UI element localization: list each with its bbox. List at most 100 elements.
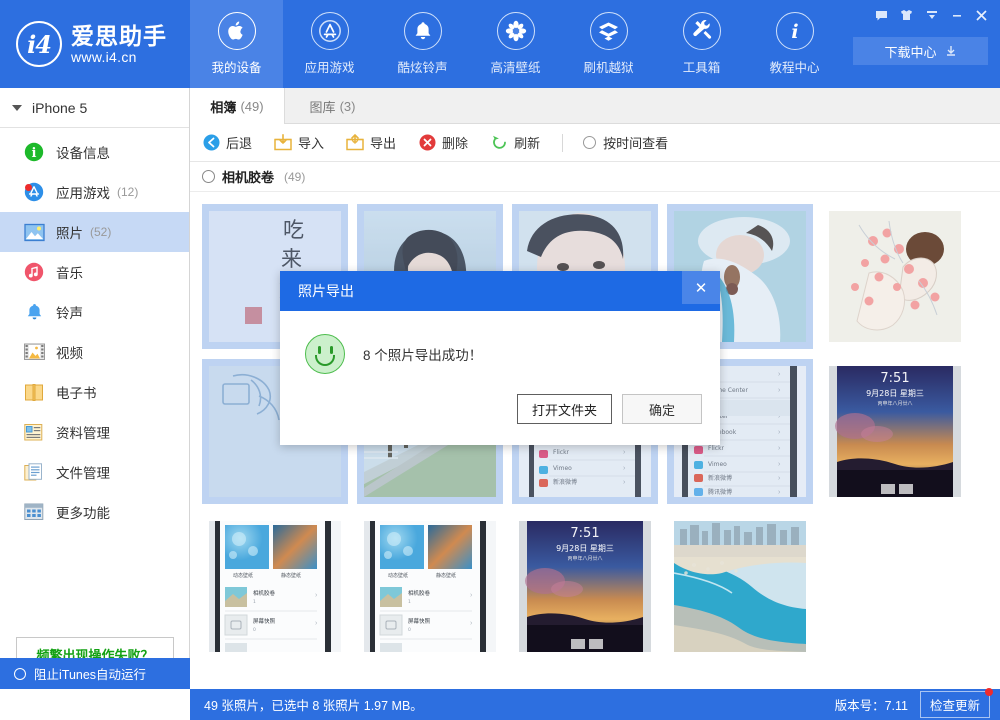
photo-icon [23, 221, 45, 243]
menu-icon[interactable] [919, 4, 944, 26]
svg-text:屏幕快照: 屏幕快照 [253, 617, 276, 625]
open-folder-button[interactable]: 打开文件夹 [517, 394, 612, 424]
confirm-button[interactable]: 确定 [622, 394, 702, 424]
toolbar-import-button[interactable]: 导入 [274, 133, 324, 152]
sidebar-item-9[interactable]: 更多功能 [0, 492, 189, 532]
sidebar-item-label: 音乐 [56, 262, 83, 282]
device-selector[interactable]: iPhone 5 [0, 88, 189, 128]
sidebar-item-count: (12) [117, 185, 138, 199]
photo-thumbnail[interactable]: 动态壁纸静态壁纸相机胶卷1›屏幕快照0› [202, 514, 348, 659]
nav-item-4[interactable]: 刷机越狱 [562, 0, 655, 88]
sidebar-item-3[interactable]: 音乐 [0, 252, 189, 292]
svg-text:1: 1 [408, 599, 411, 605]
dialog-buttons: 打开文件夹 确定 [517, 394, 702, 424]
close-icon[interactable] [969, 4, 994, 26]
logo-mark-icon: i4 [16, 21, 62, 67]
more-icon [23, 501, 45, 523]
feedback-icon[interactable] [869, 4, 894, 26]
svg-text:0: 0 [408, 627, 411, 633]
toolbar-export-button[interactable]: 导出 [346, 133, 396, 152]
photo-toolbar: 后退 导入 导出 删除 刷新 按时间查看 [190, 124, 1000, 162]
photo-thumbnail[interactable]: 7:519月28日 星期三丙申年八月廿八 [512, 514, 658, 659]
apple-icon [218, 12, 256, 50]
svg-text:静态壁纸: 静态壁纸 [281, 572, 301, 579]
tab-bar: 相簿(49)图库(3) [190, 88, 1000, 124]
device-name: iPhone 5 [32, 100, 87, 116]
toolbar-back-arrow-button[interactable]: 后退 [202, 133, 252, 152]
window-controls [869, 4, 994, 26]
sidebar-item-label: 电子书 [56, 382, 97, 402]
view-by-time-label: 按时间查看 [603, 133, 668, 152]
photo-thumbnail[interactable]: 动态壁纸静态壁纸相机胶卷1›屏幕快照0› [357, 514, 503, 659]
book-icon [23, 381, 45, 403]
svg-text:相机胶卷: 相机胶卷 [408, 589, 431, 597]
video-icon [23, 341, 45, 363]
toolbar-label: 后退 [226, 133, 252, 152]
bell-icon [404, 12, 442, 50]
download-icon [945, 45, 957, 57]
sidebar-item-label: 照片 [56, 222, 83, 242]
dialog-close-icon[interactable]: ✕ [682, 271, 720, 304]
logo-name: 爱思助手 [71, 24, 167, 48]
sidebar-item-label: 应用游戏 [56, 182, 110, 202]
sidebar-item-6[interactable]: 电子书 [0, 372, 189, 412]
tab-1[interactable]: 图库(3) [285, 88, 380, 124]
view-by-time-radio[interactable]: 按时间查看 [583, 133, 668, 152]
svg-text:9月28日 星期三: 9月28日 星期三 [866, 389, 924, 398]
nav-item-0[interactable]: 我的设备 [190, 0, 283, 88]
svg-text:7:51: 7:51 [880, 371, 909, 386]
sidebar-item-8[interactable]: 文件管理 [0, 452, 189, 492]
check-update-button[interactable]: 检查更新 [920, 691, 990, 718]
tab-count: (3) [340, 99, 356, 114]
sidebar-item-5[interactable]: 视频 [0, 332, 189, 372]
skin-icon[interactable] [894, 4, 919, 26]
refresh-icon [490, 134, 508, 152]
album-count: (49) [284, 170, 305, 184]
sidebar-item-7[interactable]: 资料管理 [0, 412, 189, 452]
tab-0[interactable]: 相簿(49) [190, 88, 285, 124]
status-info: 49 张照片，已选中 8 张照片 1.97 MB。 [204, 695, 835, 714]
toolbar-delete-button[interactable]: 删除 [418, 133, 468, 152]
itunes-block-toggle[interactable]: 阻止iTunes自动运行 [0, 658, 190, 689]
nav-item-label: 工具箱 [683, 57, 721, 76]
nav-item-5[interactable]: 工具箱 [655, 0, 748, 88]
download-center-button[interactable]: 下载中心 [853, 37, 988, 65]
radio-icon [583, 136, 596, 149]
album-select-radio-icon[interactable] [202, 170, 215, 183]
album-header-row[interactable]: 相机胶卷 (49) [190, 162, 1000, 192]
toolbar-label: 刷新 [514, 133, 540, 152]
sidebar-item-0[interactable]: i设备信息 [0, 132, 189, 172]
nav-item-label: 应用游戏 [304, 57, 354, 76]
info-circle-icon: i [23, 141, 45, 163]
sidebar-nav: i设备信息应用游戏 (12) 照片(52) 音乐铃声视频电子书资料管理文件管理更多功能 [0, 128, 189, 532]
nav-item-6[interactable]: i教程中心 [748, 0, 841, 88]
radio-icon [14, 668, 26, 680]
nav-item-1[interactable]: 应用游戏 [283, 0, 376, 88]
photo-thumbnail[interactable]: 7:519月28日 星期三丙申年八月廿八 [822, 359, 968, 504]
svg-text:Flickr: Flickr [708, 445, 725, 452]
dialog-title-bar: 照片导出 [280, 271, 720, 311]
tab-count: (49) [240, 99, 263, 114]
toolbar-label: 删除 [442, 133, 468, 152]
app-window: i4 爱思助手 www.i4.cn 我的设备应用游戏酷炫铃声高清壁纸刷机越狱工具… [0, 0, 1000, 720]
export-result-dialog: 照片导出 ✕ 8 个照片导出成功！ 打开文件夹 确定 [280, 271, 720, 445]
notification-badge-icon [25, 184, 32, 191]
photo-thumbnail[interactable] [822, 204, 968, 349]
back-arrow-icon [202, 134, 220, 152]
nav-item-2[interactable]: 酷炫铃声 [376, 0, 469, 88]
svg-text:新浪微博: 新浪微博 [708, 474, 732, 482]
sidebar-item-2[interactable]: 照片(52) [0, 212, 189, 252]
toolbar-refresh-button[interactable]: 刷新 [490, 133, 540, 152]
svg-text:动态壁纸: 动态壁纸 [233, 572, 253, 579]
sidebar: iPhone 5 i设备信息应用游戏 (12) 照片(52) 音乐铃声视频电子书资料管… [0, 88, 190, 689]
sidebar-item-1[interactable]: 应用游戏 (12) [0, 172, 189, 212]
illustration-photo [829, 211, 961, 342]
itunes-toggle-label: 阻止iTunes自动运行 [34, 664, 146, 683]
minimize-icon[interactable] [944, 4, 969, 26]
nav-item-3[interactable]: 高清壁纸 [469, 0, 562, 88]
photo-thumbnail[interactable] [667, 514, 813, 659]
sidebar-item-4[interactable]: 铃声 [0, 292, 189, 332]
toolbar-label: 导出 [370, 133, 396, 152]
svg-text:新浪微博: 新浪微博 [553, 478, 577, 486]
info-icon: i [776, 12, 814, 50]
